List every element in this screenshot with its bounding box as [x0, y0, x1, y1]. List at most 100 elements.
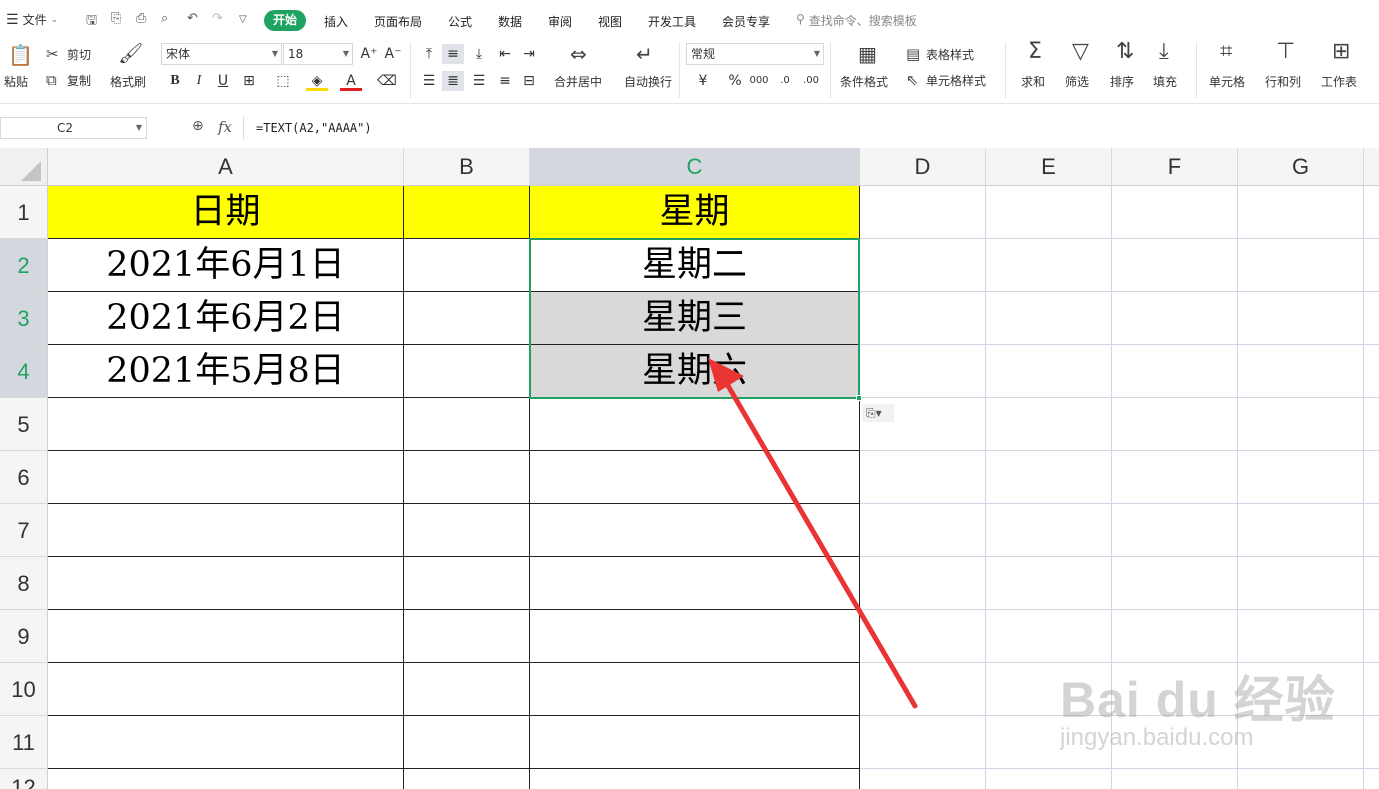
wrap-text-icon[interactable]: ↵: [636, 44, 653, 64]
worksheet-icon[interactable]: ⊞: [1332, 41, 1350, 63]
cell-c10[interactable]: [530, 663, 860, 716]
row-header-1[interactable]: 1: [0, 186, 48, 239]
customize-toolbar-icon[interactable]: ▽: [239, 14, 247, 25]
percent-icon[interactable]: %: [724, 71, 746, 91]
column-header-f[interactable]: F: [1112, 148, 1238, 186]
save-icon[interactable]: 🖫: [86, 11, 97, 33]
column-header-b[interactable]: B: [404, 148, 530, 186]
print-preview-icon[interactable]: ⌕: [161, 11, 168, 26]
row-header-3[interactable]: 3: [0, 292, 48, 345]
fill-handle[interactable]: [856, 395, 862, 401]
align-left-icon[interactable]: ☰: [418, 71, 440, 91]
tab-data[interactable]: 数据: [498, 13, 522, 30]
row-header-12[interactable]: 12: [0, 769, 48, 789]
row-header-11[interactable]: 11: [0, 716, 48, 769]
filter-icon[interactable]: ▽: [1072, 41, 1089, 63]
worksheet-button[interactable]: 工作表: [1321, 74, 1357, 90]
zoom-icon[interactable]: ⊕: [192, 118, 204, 134]
row-header-2[interactable]: 2: [0, 239, 48, 292]
fill-icon[interactable]: ⤓: [1159, 41, 1169, 63]
align-top-icon[interactable]: ⤒: [418, 44, 440, 64]
format-painter-icon[interactable]: 🖌: [118, 43, 143, 63]
row-header-7[interactable]: 7: [0, 504, 48, 557]
table-style-button[interactable]: 表格样式: [926, 47, 974, 63]
conditional-format-button[interactable]: 条件格式: [840, 74, 888, 90]
row-col-icon[interactable]: ⊤: [1276, 41, 1295, 63]
command-search[interactable]: ⚲ 查找命令、搜索模板: [796, 12, 917, 29]
filter-button[interactable]: 筛选: [1065, 74, 1089, 90]
clear-format-icon[interactable]: ⌫: [376, 71, 398, 91]
name-box[interactable]: C2 ▼: [0, 117, 147, 139]
cell-c1[interactable]: 星期: [530, 186, 860, 239]
fx-icon[interactable]: fx: [218, 118, 232, 136]
select-all-corner[interactable]: [0, 148, 48, 186]
align-center-icon[interactable]: ≣: [442, 71, 464, 91]
cell-b5[interactable]: [404, 398, 530, 451]
column-header-d[interactable]: D: [860, 148, 986, 186]
currency-icon[interactable]: ¥: [692, 71, 714, 91]
merge-center-icon[interactable]: ⇔: [570, 44, 587, 64]
cell-b4[interactable]: [404, 345, 530, 398]
cell-b1[interactable]: [404, 186, 530, 239]
table-style-icon[interactable]: ▤: [906, 45, 920, 63]
cell-b11[interactable]: [404, 716, 530, 769]
copy-icon[interactable]: ⧉: [46, 71, 57, 89]
cell-a12[interactable]: [48, 769, 404, 789]
thousands-icon[interactable]: 000: [748, 71, 770, 91]
cell-c5[interactable]: [530, 398, 860, 451]
cell-b6[interactable]: [404, 451, 530, 504]
scissors-icon[interactable]: ✂: [46, 45, 59, 63]
cell-b12[interactable]: [404, 769, 530, 789]
merge-center-button[interactable]: 合并居中: [554, 74, 602, 90]
cell-fill-pattern-icon[interactable]: ⬚: [272, 71, 294, 91]
cell-c6[interactable]: [530, 451, 860, 504]
cell-a11[interactable]: [48, 716, 404, 769]
cell-a7[interactable]: [48, 504, 404, 557]
cell-b3[interactable]: [404, 292, 530, 345]
row-header-8[interactable]: 8: [0, 557, 48, 610]
cell-a10[interactable]: [48, 663, 404, 716]
increase-indent-icon[interactable]: ⇥: [518, 44, 540, 64]
cell-a2[interactable]: 2021年6月1日: [48, 239, 404, 292]
cell-a5[interactable]: [48, 398, 404, 451]
cell-style-button[interactable]: 单元格样式: [926, 73, 986, 89]
fill-button[interactable]: 填充: [1153, 74, 1177, 90]
sort-button[interactable]: 排序: [1110, 74, 1134, 90]
cell-c9[interactable]: [530, 610, 860, 663]
cell-c8[interactable]: [530, 557, 860, 610]
formula-input[interactable]: =TEXT(A2,"AAAA"): [243, 117, 1379, 139]
copy-button[interactable]: 复制: [67, 73, 91, 89]
paste-button[interactable]: 粘贴: [4, 74, 28, 90]
align-bottom-icon[interactable]: ⤓: [468, 44, 490, 64]
row-header-9[interactable]: 9: [0, 610, 48, 663]
file-menu[interactable]: ☰ 文件 ⌄: [6, 11, 58, 28]
cell-a4[interactable]: 2021年5月8日: [48, 345, 404, 398]
tab-page-layout[interactable]: 页面布局: [374, 13, 422, 30]
decrease-font-icon[interactable]: A⁻: [382, 44, 404, 64]
print-icon[interactable]: ⎙: [136, 11, 146, 26]
font-color-icon[interactable]: A: [340, 71, 362, 91]
cell-b8[interactable]: [404, 557, 530, 610]
cell-style-icon[interactable]: ⇖: [906, 71, 919, 89]
cell-b10[interactable]: [404, 663, 530, 716]
cell-b7[interactable]: [404, 504, 530, 557]
font-size-select[interactable]: 18 ▼: [283, 43, 353, 65]
wrap-text-button[interactable]: 自动换行: [624, 74, 672, 90]
row-col-button[interactable]: 行和列: [1265, 74, 1301, 90]
distributed-align-icon[interactable]: ⊟: [518, 71, 540, 91]
format-painter-button[interactable]: 格式刷: [110, 74, 146, 90]
tab-insert[interactable]: 插入: [324, 13, 348, 30]
cell-a8[interactable]: [48, 557, 404, 610]
cell-icon[interactable]: ⌗: [1220, 41, 1232, 63]
row-header-6[interactable]: 6: [0, 451, 48, 504]
increase-font-icon[interactable]: A⁺: [358, 44, 380, 64]
cell-c7[interactable]: [530, 504, 860, 557]
undo-icon[interactable]: ↶: [187, 11, 198, 26]
tab-formulas[interactable]: 公式: [448, 13, 472, 30]
column-header-c[interactable]: C: [530, 148, 860, 186]
cell-c11[interactable]: [530, 716, 860, 769]
conditional-format-icon[interactable]: ▦: [858, 44, 877, 64]
paste-icon[interactable]: 📋: [8, 45, 33, 65]
justify-icon[interactable]: ≡: [494, 71, 516, 91]
tab-view[interactable]: 视图: [598, 13, 622, 30]
